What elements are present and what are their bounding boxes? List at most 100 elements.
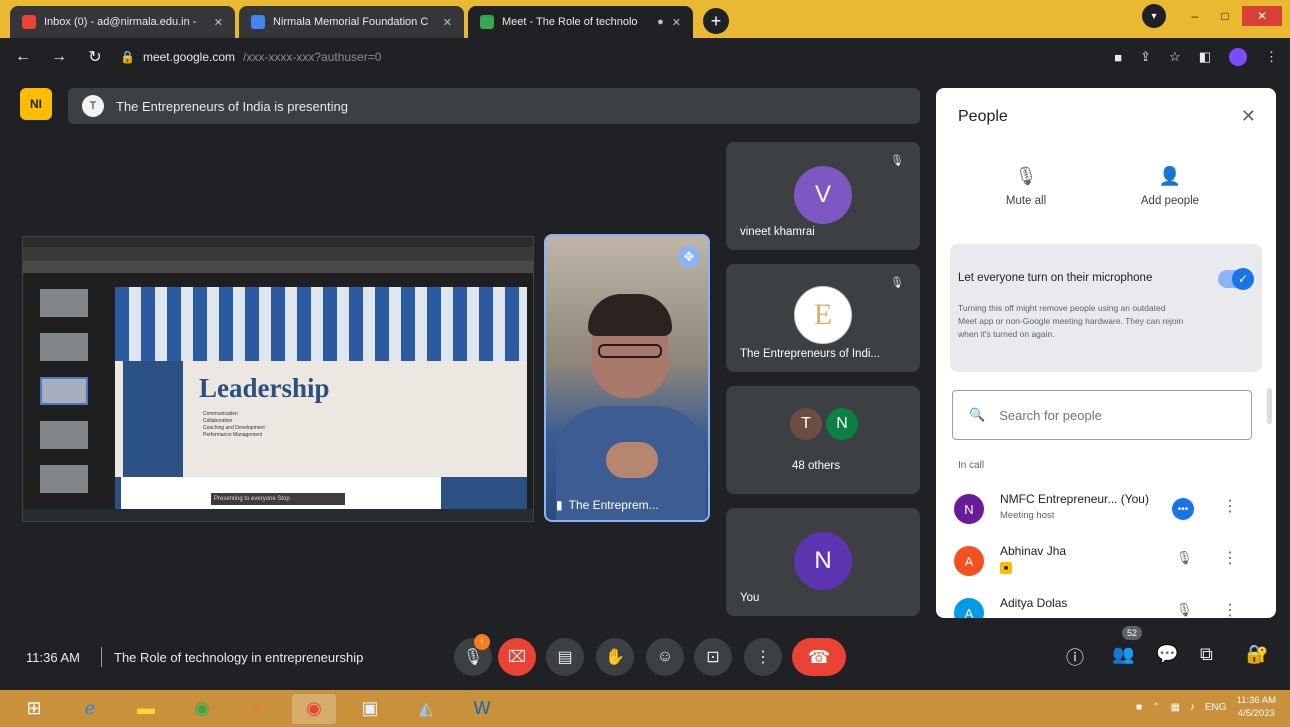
back-icon[interactable]: ← bbox=[12, 48, 34, 66]
present-button[interactable]: ⊡ bbox=[694, 638, 732, 676]
system-tray: ■ ⌃ ▦ ♪ ENG 11:36 AM 4/5/2023 bbox=[1136, 694, 1276, 720]
new-tab-button[interactable]: + bbox=[703, 8, 729, 34]
chat-button[interactable]: 💬 bbox=[1156, 644, 1178, 665]
ie-icon[interactable]: ℯ bbox=[68, 694, 112, 724]
toolbar-icons: ■ ⇪ ☆ ◧ ⋮ bbox=[1114, 48, 1278, 66]
participant-row[interactable]: A Abhinav Jha ■ 🎙 ⋮ bbox=[954, 540, 1264, 588]
slide-bullet: Collaboration bbox=[203, 418, 233, 424]
avatar: N bbox=[826, 408, 858, 440]
phone-hangup-icon: ☎ bbox=[807, 646, 831, 667]
host-badge-icon: ■ bbox=[1000, 562, 1012, 574]
clock-time: 11:36 AM bbox=[1236, 695, 1276, 706]
mic-toggle-label: Let everyone turn on their microphone bbox=[958, 272, 1153, 284]
forward-icon[interactable]: → bbox=[48, 48, 70, 66]
share-icon[interactable]: ⇪ bbox=[1140, 49, 1151, 65]
kebab-menu-icon[interactable]: ⋮ bbox=[1222, 600, 1238, 618]
presentation-screen: Leadership Communication Collaboration C… bbox=[22, 236, 534, 522]
search-input[interactable] bbox=[999, 407, 1230, 423]
file-explorer-icon[interactable]: ▬ bbox=[124, 694, 168, 724]
slide-bullets: Communication Collaboration Coaching and… bbox=[203, 411, 265, 439]
close-tab-icon[interactable]: ✕ bbox=[443, 16, 452, 29]
leave-call-button[interactable]: ☎ bbox=[792, 638, 846, 676]
mute-all-label: Mute all bbox=[1005, 195, 1047, 207]
host-controls-button[interactable]: 🔐 bbox=[1246, 644, 1268, 665]
presenter-hand bbox=[606, 442, 658, 478]
maximize-button[interactable]: □ bbox=[1212, 7, 1238, 25]
divider bbox=[101, 647, 102, 667]
mic-permission-card: Let everyone turn on their microphone ✓ … bbox=[950, 244, 1262, 372]
windows-taskbar: ⊞ ℯ ▬ ◉ ◐ ◉ ▣ ◭ W ■ ⌃ ▦ ♪ ENG 11:36 AM 4… bbox=[0, 690, 1290, 727]
kebab-menu-icon[interactable]: ⋮ bbox=[1222, 548, 1238, 568]
firefox-icon[interactable]: ◐ bbox=[236, 694, 280, 724]
language-indicator[interactable]: ENG bbox=[1205, 702, 1227, 713]
browser-tab-gmail[interactable]: Inbox (0) - ad@nirmala.edu.in - ✕ bbox=[10, 6, 235, 38]
media-icon[interactable]: ◭ bbox=[404, 694, 448, 724]
slide-building-image bbox=[115, 287, 527, 361]
mic-toggle-switch[interactable]: ✓ bbox=[1218, 268, 1254, 290]
sidepanel-icon[interactable]: ◧ bbox=[1199, 49, 1211, 65]
reactions-button[interactable]: ☺ bbox=[646, 638, 684, 676]
browser-tab-meet[interactable]: Meet - The Role of technolo ● ✕ bbox=[468, 6, 693, 38]
star-icon[interactable]: ☆ bbox=[1169, 49, 1181, 65]
mic-icon: 🎙 bbox=[462, 649, 484, 666]
browser-tab-foundation[interactable]: Nirmala Memorial Foundation C ✕ bbox=[239, 6, 464, 38]
avatar: A bbox=[954, 546, 984, 576]
add-person-icon: 👤 bbox=[1158, 166, 1182, 186]
people-search-box[interactable]: 🔍 bbox=[952, 390, 1252, 440]
slide-thumbnail-selected bbox=[40, 377, 88, 405]
chrome-icon[interactable]: ◉ bbox=[180, 694, 224, 724]
gmail-icon bbox=[22, 15, 36, 29]
camera-off-icon: ⌧ bbox=[507, 649, 527, 666]
meeting-details-button[interactable]: ⓘ bbox=[1066, 644, 1084, 670]
camera-icon[interactable]: ■ bbox=[1114, 50, 1122, 65]
pin-icon[interactable]: ✥ bbox=[678, 246, 700, 268]
menu-icon[interactable]: ⋮ bbox=[1265, 49, 1278, 65]
address-bar[interactable]: 🔒 meet.google.com/xxx-xxxx-xxx?authuser=… bbox=[120, 43, 1100, 71]
reload-icon[interactable]: ↻ bbox=[84, 47, 106, 67]
docs-icon bbox=[251, 15, 265, 29]
activities-button[interactable]: ⧉ bbox=[1200, 644, 1213, 665]
show-hidden-icons[interactable]: ⌃ bbox=[1152, 702, 1160, 713]
close-window-button[interactable]: ✕ bbox=[1242, 6, 1282, 26]
mic-off-icon[interactable]: 🎙 bbox=[1176, 550, 1193, 566]
word-icon[interactable]: W bbox=[460, 694, 504, 724]
captions-icon: ▤ bbox=[557, 649, 573, 666]
panel-scrollbar[interactable] bbox=[1267, 388, 1272, 424]
chrome-active-icon[interactable]: ◉ bbox=[292, 693, 336, 724]
network-icon[interactable]: ▦ bbox=[1170, 702, 1179, 713]
self-tile[interactable]: N You bbox=[726, 508, 920, 616]
info-icon: ⓘ bbox=[1066, 648, 1084, 668]
mic-off-icon[interactable]: 🎙 bbox=[1176, 602, 1193, 618]
people-button[interactable]: 👥 bbox=[1112, 644, 1134, 665]
taskbar-clock[interactable]: 11:36 AM 4/5/2023 bbox=[1237, 694, 1276, 720]
captions-button[interactable]: ▤ bbox=[546, 638, 584, 676]
profile-avatar[interactable] bbox=[1229, 48, 1247, 66]
add-people-button[interactable]: 👤 Add people bbox=[1110, 166, 1230, 207]
camera-off-button[interactable]: ⌧ bbox=[498, 638, 536, 676]
mute-all-button[interactable]: 🎙 Mute all bbox=[966, 166, 1086, 207]
participant-tile-others[interactable]: T N 48 others bbox=[726, 386, 920, 494]
tray-app-icon[interactable]: ■ bbox=[1136, 702, 1142, 713]
slide-bullet: Communication bbox=[203, 411, 238, 417]
close-tab-icon[interactable]: ✕ bbox=[672, 16, 681, 29]
raise-hand-button[interactable]: ✋ bbox=[596, 638, 634, 676]
presenter-video-tile[interactable]: ✥ ▮ The Entreprem... bbox=[544, 234, 710, 522]
kebab-menu-icon[interactable]: ⋮ bbox=[1222, 496, 1238, 516]
more-options-button[interactable]: ⋮ bbox=[744, 638, 782, 676]
volume-icon[interactable]: ♪ bbox=[1190, 702, 1195, 713]
slide-thumbnail bbox=[40, 465, 88, 493]
participant-tile[interactable]: 🎙 V vineet khamrai bbox=[726, 142, 920, 250]
close-tab-icon[interactable]: ✕ bbox=[214, 16, 223, 29]
participant-tile[interactable]: 🎙 E The Entrepreneurs of Indi... bbox=[726, 264, 920, 372]
close-panel-button[interactable]: ✕ bbox=[1241, 106, 1256, 127]
presenter-name: The Entreprem... bbox=[568, 498, 659, 512]
windows-start-icon[interactable]: ⊞ bbox=[12, 694, 56, 724]
participant-row[interactable]: N NMFC Entrepreneur... (You) Meeting hos… bbox=[954, 488, 1264, 536]
more-actions-icon[interactable]: ••• bbox=[1172, 498, 1194, 520]
app-window-icon[interactable]: ▣ bbox=[348, 694, 392, 724]
tab-search-icon[interactable]: ▾ bbox=[1142, 4, 1166, 28]
minimize-button[interactable]: – bbox=[1182, 7, 1208, 25]
people-icon: 👥 bbox=[1112, 644, 1135, 664]
mic-off-icon: 🎙 bbox=[1014, 166, 1038, 186]
participant-row[interactable]: A Aditya Dolas 🎙 ⋮ bbox=[954, 592, 1264, 618]
